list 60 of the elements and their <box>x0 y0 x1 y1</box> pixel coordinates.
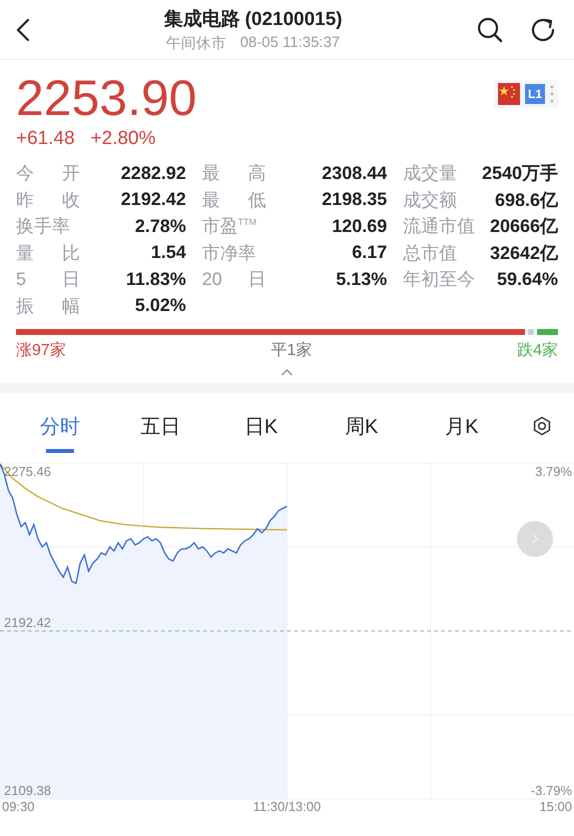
back-icon[interactable] <box>16 18 30 42</box>
stat-value: 2282.92 <box>120 162 186 184</box>
stat-value: 2192.42 <box>120 189 186 210</box>
price-change: +61.48 <box>16 128 75 150</box>
current-price: 2253.90 <box>16 70 197 126</box>
stat-label: 市盈$^{TTM}$ <box>202 215 256 238</box>
stat-value: 2540万手 <box>482 162 558 186</box>
breadth-bar-segment <box>528 329 534 335</box>
stat-label: 20 日 <box>202 268 266 292</box>
percent-change: +2.80% <box>90 128 156 150</box>
stat-label: 换手率 <box>16 215 70 238</box>
time-tick: 15:00 <box>539 799 572 814</box>
stat-label: 成交额 <box>403 188 457 212</box>
settings-icon[interactable] <box>532 416 552 436</box>
time-tick: 11:30/13:00 <box>253 799 321 814</box>
price-tick: 2192.42 <box>4 615 51 630</box>
search-icon[interactable] <box>476 16 504 44</box>
time-tick: 09:30 <box>2 799 35 814</box>
chart-tab[interactable]: 周K <box>311 393 412 459</box>
flag-icon <box>498 83 520 105</box>
stat-label: 成交量 <box>403 162 457 186</box>
percent-tick: 3.79% <box>535 464 572 479</box>
stat-label: 最 高 <box>202 162 266 186</box>
stat-value: 120.69 <box>332 216 387 237</box>
breadth-count: 平1家 <box>270 340 312 361</box>
market-status: 午间休市 <box>166 34 226 53</box>
chart-tab[interactable]: 五日 <box>110 393 211 459</box>
stock-title: 集成电路 (02100015) <box>164 8 342 32</box>
stat-label: 昨 收 <box>16 188 80 212</box>
price-tick: 2109.38 <box>4 783 51 798</box>
breadth-bar-segment <box>536 329 558 335</box>
stat-label: 流通市值 <box>403 215 475 238</box>
stat-value: 2198.35 <box>322 189 387 210</box>
collapse-icon[interactable] <box>281 369 293 376</box>
chart-tab[interactable]: 月K <box>412 393 512 459</box>
stat-value: 5.02% <box>134 295 186 316</box>
stat-value: 59.64% <box>496 268 558 290</box>
chart-tab[interactable]: 日K <box>210 393 312 459</box>
stat-label: 量 比 <box>16 242 80 265</box>
stat-value: 2308.44 <box>322 162 387 184</box>
stat-label: 市净率 <box>202 242 256 265</box>
timestamp: 08-05 11:35:37 <box>240 34 340 53</box>
stat-label: 总市值 <box>403 242 457 265</box>
stat-label: 今 开 <box>16 162 80 186</box>
stat-value: 32642亿 <box>490 242 558 265</box>
breadth-count: 跌4家 <box>517 340 558 361</box>
stat-label: 年初至今 <box>403 268 475 292</box>
stat-label: 最 低 <box>202 188 266 212</box>
stat-value: 6.17 <box>352 242 387 264</box>
stat-value: 2.78% <box>134 216 186 237</box>
stat-label: 5 日 <box>16 268 80 292</box>
stat-label: 振 幅 <box>16 294 80 318</box>
percent-tick: -3.79% <box>530 783 572 798</box>
stat-value: 1.54 <box>150 242 186 264</box>
stat-value: 5.13% <box>336 268 387 290</box>
stat-value: 698.6亿 <box>494 188 558 212</box>
stat-value: 20666亿 <box>490 215 558 238</box>
stat-value: 11.83% <box>126 268 186 290</box>
level-badge: L1 <box>524 84 545 104</box>
breadth-count: 涨97家 <box>16 340 66 361</box>
